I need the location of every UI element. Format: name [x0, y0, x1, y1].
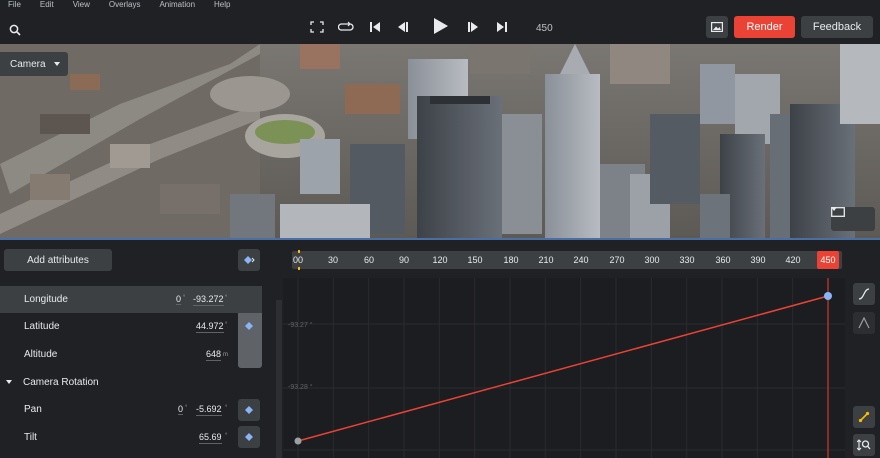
ruler-tick: 120: [432, 255, 448, 265]
graph-y-label: -93.27 °: [288, 322, 313, 329]
tilt-unit: °: [225, 433, 228, 439]
linear-curve-icon: [858, 411, 870, 423]
chevron-down-icon[interactable]: [6, 380, 12, 384]
ruler-tick: 330: [679, 255, 695, 265]
ruler-tick: 60: [363, 255, 375, 265]
menu-bar: File Edit View Overlays Animation Help: [0, 0, 241, 12]
attr-label: Altitude: [24, 349, 58, 360]
top-toolbar: File Edit View Overlays Animation Help 4…: [0, 0, 880, 44]
attr-label: Latitude: [24, 321, 60, 332]
tilt-keyframe-button[interactable]: [238, 426, 260, 448]
ruler-tick: 30: [327, 255, 339, 265]
menu-overlays[interactable]: Overlays: [109, 0, 141, 12]
tilt-value[interactable]: 65.69: [199, 432, 222, 444]
keyframe-end-point[interactable]: [824, 292, 832, 300]
fit-zoom-button[interactable]: [853, 434, 875, 456]
keyframe-diamond-icon: [245, 406, 253, 414]
pan-unit: °: [225, 405, 228, 411]
ruler-tick: 390: [750, 255, 766, 265]
ruler-tick: 180: [503, 255, 519, 265]
current-frame-marker[interactable]: 450: [817, 251, 839, 269]
graph-y-label: -93.28 °: [288, 384, 313, 391]
menu-view[interactable]: View: [73, 0, 90, 12]
fullscreen-icon[interactable]: [310, 21, 324, 33]
pan-value[interactable]: -5.692: [196, 404, 222, 416]
ruler-tick: 240: [573, 255, 589, 265]
altitude-unit: m: [223, 352, 228, 358]
ruler-tick: 360: [715, 255, 731, 265]
keyframe-diamond-icon: [245, 433, 253, 441]
altitude-value[interactable]: 648: [206, 349, 222, 361]
zoom-fit-icon: [857, 439, 871, 451]
play-icon[interactable]: [431, 17, 449, 35]
curve-graph-canvas[interactable]: [283, 278, 845, 458]
attribute-scrollbar[interactable]: [276, 300, 282, 458]
add-keyframe-button[interactable]: [238, 249, 260, 271]
attr-group-label: Camera Rotation: [23, 377, 99, 388]
linear-curve-button[interactable]: [853, 406, 875, 428]
pan-keyframe-button[interactable]: [238, 399, 260, 421]
attr-row-latitude[interactable]: Latitude 44.972 °: [0, 313, 262, 340]
bezier-curve-button[interactable]: [853, 312, 875, 334]
current-frame-readout: 450: [536, 23, 553, 34]
ease-curve-icon: [858, 288, 870, 300]
attr-row-pan[interactable]: Pan 0 ° -5.692 °: [0, 396, 262, 423]
pan-offset[interactable]: 0: [178, 404, 184, 415]
longitude-offset-unit: °: [183, 295, 186, 301]
skip-to-start-icon[interactable]: [369, 21, 381, 33]
attribute-list: Longitude 0 ° -93.272 ° Latitude 44.972 …: [0, 286, 282, 458]
attr-group-camera-rotation[interactable]: Camera Rotation: [0, 369, 262, 396]
latitude-value[interactable]: 44.972: [196, 321, 224, 333]
attr-row-altitude[interactable]: Altitude 648 m: [0, 341, 262, 368]
ruler-tick: 150: [467, 255, 483, 265]
timeline-ruler[interactable]: 00 30 60 90 120 150 180 210 240 270 300 …: [292, 251, 842, 269]
chevron-down-icon: [53, 62, 60, 66]
menu-edit[interactable]: Edit: [40, 0, 54, 12]
pan-offset-unit: °: [185, 405, 188, 411]
menu-file[interactable]: File: [8, 0, 21, 12]
loop-icon[interactable]: [338, 21, 354, 33]
search-icon[interactable]: [9, 24, 21, 36]
start-marker-icon: [298, 250, 300, 270]
camera-dropdown-label: Camera: [10, 58, 46, 70]
bezier-curve-icon: [858, 317, 870, 329]
longitude-unit: °: [225, 295, 228, 301]
camera-dropdown[interactable]: Camera: [0, 52, 68, 76]
keyframe-diamond-icon[interactable]: [245, 322, 253, 330]
add-attributes-button[interactable]: Add attributes: [4, 249, 112, 271]
image-icon: [711, 22, 723, 32]
ease-curve-button[interactable]: [853, 283, 875, 305]
attr-row-tilt[interactable]: Tilt 65.69 °: [0, 424, 262, 451]
curve-line: [297, 295, 829, 442]
ruler-tick: 300: [644, 255, 660, 265]
aspect-ratio-button[interactable]: [831, 207, 875, 231]
attr-label: Tilt: [24, 432, 37, 443]
longitude-offset[interactable]: 0: [176, 294, 182, 305]
snapshot-button[interactable]: [706, 16, 728, 38]
latitude-unit: °: [225, 322, 228, 328]
ruler-tick: 90: [398, 255, 410, 265]
ruler-tick: 270: [609, 255, 625, 265]
graph-tool-sidebar: [845, 278, 880, 458]
keyframe-nav-icon: [244, 256, 255, 264]
step-forward-icon[interactable]: [467, 21, 479, 33]
render-button[interactable]: Render: [734, 16, 795, 38]
map-viewport[interactable]: Camera: [0, 44, 880, 238]
menu-help[interactable]: Help: [214, 0, 230, 12]
attr-label: Pan: [24, 404, 42, 415]
feedback-button[interactable]: Feedback: [801, 16, 873, 38]
menu-animation[interactable]: Animation: [159, 0, 195, 12]
attr-row-longitude[interactable]: Longitude 0 ° -93.272 °: [0, 286, 262, 313]
ruler-tick: 210: [538, 255, 554, 265]
longitude-value[interactable]: -93.272: [193, 294, 224, 306]
step-back-icon[interactable]: [397, 21, 409, 33]
curve-graph[interactable]: -93.27 ° -93.28 °: [283, 278, 845, 458]
chevron-down-icon: [831, 207, 837, 211]
skip-to-end-icon[interactable]: [496, 21, 508, 33]
keyframe-start-point[interactable]: [294, 437, 302, 445]
city-scene: [0, 44, 880, 238]
attr-label: Longitude: [24, 294, 68, 305]
ruler-tick: 420: [785, 255, 801, 265]
